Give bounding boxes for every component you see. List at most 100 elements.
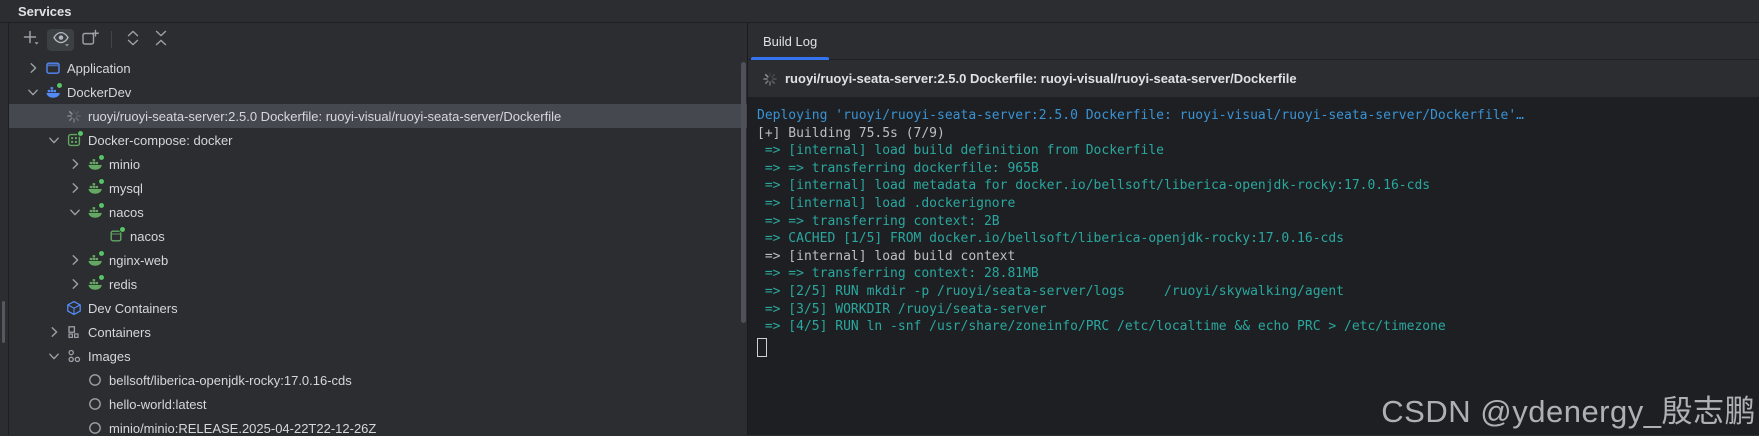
images-icon <box>66 348 82 364</box>
chevron-down-icon[interactable] <box>46 132 62 148</box>
add-service-button[interactable] <box>19 29 43 51</box>
tree-item-label: redis <box>109 277 137 292</box>
tree-item[interactable]: nacos <box>9 224 747 248</box>
docker-whale-icon <box>45 84 61 100</box>
chevron-right-icon[interactable] <box>67 252 83 268</box>
chevron-spacer <box>67 372 83 388</box>
tab-build-log[interactable]: Build Log <box>751 23 829 59</box>
tool-window-header: Services <box>0 0 1759 23</box>
chevron-spacer <box>88 228 104 244</box>
tree-item[interactable]: ruoyi/ruoyi-seata-server:2.5.0 Dockerfil… <box>9 104 747 128</box>
build-log-console[interactable]: Deploying 'ruoyi/ruoyi-seata-server:2.5.… <box>748 97 1759 435</box>
tree-item-label: Containers <box>88 325 151 340</box>
chevron-right-icon[interactable] <box>46 324 62 340</box>
status-running-dot <box>77 130 84 137</box>
collapse-all-button[interactable] <box>149 29 173 51</box>
container-icon <box>108 228 124 244</box>
chevron-right-icon[interactable] <box>67 156 83 172</box>
log-line: => [internal] load metadata for docker.i… <box>757 177 1759 195</box>
log-line: => [internal] load build context <box>757 248 1759 266</box>
image-circle-icon <box>87 420 103 435</box>
log-line: => => transferring context: 2B <box>757 213 1759 231</box>
tree-item[interactable]: Dev Containers <box>9 296 747 320</box>
services-tree-panel: Application DockerDev ruoyi/ruoyi-seata-se… <box>9 23 748 435</box>
tree-item-label: nacos <box>109 205 144 220</box>
build-log-title: ruoyi/ruoyi-seata-server:2.5.0 Dockerfil… <box>785 71 1297 86</box>
tree-item[interactable]: nginx-web <box>9 248 747 272</box>
docker-whale-icon <box>87 156 103 172</box>
tree-item-label: DockerDev <box>67 85 131 100</box>
tree-item-label: Application <box>67 61 131 76</box>
tree-item-label: minio <box>109 157 140 172</box>
tool-window-title: Services <box>18 4 72 19</box>
spinner-icon <box>66 108 82 124</box>
collapse-all-icon <box>151 28 171 51</box>
tree-item[interactable]: redis <box>9 272 747 296</box>
preview-eye-icon <box>51 28 71 51</box>
tree-scrollbar[interactable] <box>741 62 746 323</box>
tree-item-label: minio/minio:RELEASE.2025-04-22T22-12-26Z <box>109 421 376 436</box>
log-line: [+] Building 75.5s (7/9) <box>757 125 1759 143</box>
log-line: => [2/5] RUN mkdir -p /ruoyi/seata-serve… <box>757 283 1759 301</box>
compose-icon <box>66 132 82 148</box>
chevron-right-icon[interactable] <box>67 180 83 196</box>
expand-all-button[interactable] <box>121 29 145 51</box>
tree-item-label: nginx-web <box>109 253 168 268</box>
log-line: => => transferring dockerfile: 965B <box>757 160 1759 178</box>
new-tab-button[interactable] <box>78 29 102 51</box>
tree-item[interactable]: bellsoft/liberica-openjdk-rocky:17.0.16-… <box>9 368 747 392</box>
log-line: => => transferring context: 28.81MB <box>757 265 1759 283</box>
chevron-down-icon[interactable] <box>46 348 62 364</box>
status-running-dot <box>98 250 105 257</box>
docker-whale-icon <box>87 204 103 220</box>
docker-whale-icon <box>87 276 103 292</box>
tree-item-label: mysql <box>109 181 143 196</box>
log-line: Deploying 'ruoyi/ruoyi-seata-server:2.5.… <box>757 107 1759 125</box>
tree-item-label: Docker-compose: docker <box>88 133 233 148</box>
tree-item[interactable]: minio/minio:RELEASE.2025-04-22T22-12-26Z <box>9 416 747 435</box>
status-running-dot <box>98 178 105 185</box>
tree-item[interactable]: Docker-compose: docker <box>9 128 747 152</box>
tree-item-label: bellsoft/liberica-openjdk-rocky:17.0.16-… <box>109 373 352 388</box>
log-line: => [internal] load .dockerignore <box>757 195 1759 213</box>
services-tree: Application DockerDev ruoyi/ruoyi-seata-se… <box>9 56 747 435</box>
chevron-down-icon[interactable] <box>67 204 83 220</box>
chevron-spacer <box>67 420 83 435</box>
chevron-spacer <box>46 108 62 124</box>
chevron-spacer <box>67 396 83 412</box>
terminal-cursor <box>757 338 767 357</box>
tree-item[interactable]: mysql <box>9 176 747 200</box>
docker-whale-icon <box>87 252 103 268</box>
tree-item[interactable]: hello-world:latest <box>9 392 747 416</box>
tree-item[interactable]: DockerDev <box>9 80 747 104</box>
chevron-spacer <box>46 300 62 316</box>
docker-whale-icon <box>87 180 103 196</box>
tree-item[interactable]: minio <box>9 152 747 176</box>
build-log-header: ruoyi/ruoyi-seata-server:2.5.0 Dockerfil… <box>748 60 1759 97</box>
log-line: => [3/5] WORKDIR /ruoyi/seata-server <box>757 301 1759 319</box>
image-circle-icon <box>87 396 103 412</box>
image-circle-icon <box>87 372 103 388</box>
dev-container-cube-icon <box>66 300 82 316</box>
chevron-right-icon[interactable] <box>67 276 83 292</box>
toolbar-divider <box>111 31 112 48</box>
app-window-icon <box>45 60 61 76</box>
status-running-dot <box>56 82 63 89</box>
status-running-dot <box>119 226 126 233</box>
tree-item-label: Images <box>88 349 131 364</box>
log-line: => CACHED [1/5] FROM docker.io/bellsoft/… <box>757 230 1759 248</box>
log-line: => [4/5] RUN ln -snf /usr/share/zoneinfo… <box>757 318 1759 336</box>
tree-item[interactable]: nacos <box>9 200 747 224</box>
tab-build-log-label: Build Log <box>763 34 817 49</box>
tool-window-stripe <box>0 23 9 435</box>
stripe-scroll-handle[interactable] <box>2 301 5 343</box>
tree-item[interactable]: Images <box>9 344 747 368</box>
tree-item[interactable]: Containers <box>9 320 747 344</box>
chevron-right-icon[interactable] <box>25 60 41 76</box>
tree-item[interactable]: Application <box>9 56 747 80</box>
services-tool-window: Services <box>0 0 1759 436</box>
add-icon <box>21 28 41 51</box>
show-services-toggle[interactable] <box>47 29 74 51</box>
chevron-down-icon[interactable] <box>25 84 41 100</box>
progress-spinner-icon <box>762 71 778 87</box>
